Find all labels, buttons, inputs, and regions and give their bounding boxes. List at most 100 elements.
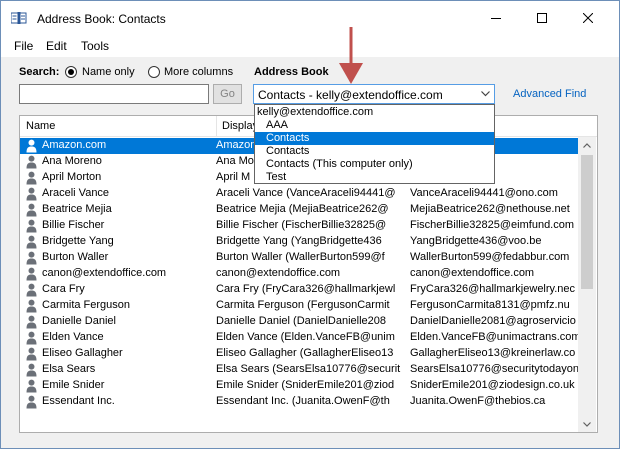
contact-row[interactable]: Eliseo Gallagher Eliseo Gallagher (Gallag… bbox=[20, 346, 578, 362]
search-input[interactable] bbox=[19, 84, 209, 104]
maximize-icon bbox=[537, 13, 547, 23]
dropdown-item[interactable]: AAA bbox=[255, 119, 494, 132]
contact-name: Cara Fry bbox=[42, 283, 85, 295]
dropdown-item[interactable]: Test bbox=[255, 171, 494, 184]
scroll-down-icon[interactable] bbox=[578, 416, 596, 432]
dropdown-item[interactable]: Contacts bbox=[255, 145, 494, 158]
contact-person-icon bbox=[26, 251, 37, 265]
contact-display-name: Bridgette Yang (YangBridgette436 bbox=[216, 235, 382, 247]
address-book-window: Address Book: Contacts File Edit Tools S… bbox=[0, 0, 620, 449]
contact-person-icon bbox=[26, 299, 37, 313]
contact-person-icon bbox=[26, 267, 37, 281]
contact-person-icon bbox=[26, 203, 37, 217]
contact-name: Billie Fischer bbox=[42, 219, 105, 231]
address-book-label: Address Book bbox=[254, 66, 329, 78]
address-book-selected-value: Contacts - kelly@extendoffice.com bbox=[258, 88, 443, 102]
contact-display-name: Billie Fischer (FischerBillie32825@ bbox=[216, 219, 387, 231]
contact-name: April Morton bbox=[42, 171, 102, 183]
menu-edit[interactable]: Edit bbox=[46, 39, 67, 53]
contact-email: Elden.VanceFB@unimactrans.com bbox=[410, 331, 578, 343]
contact-email: FergusonCarmita8131@pmfz.nu bbox=[410, 299, 570, 311]
annotation-arrow bbox=[339, 27, 363, 84]
contact-name: Araceli Vance bbox=[42, 187, 110, 199]
contact-email: WallerBurton599@fedabbur.com bbox=[410, 251, 570, 263]
scrollbar-thumb[interactable] bbox=[581, 155, 593, 289]
contact-display-name: Essendant Inc. (Juanita.OwenF@th bbox=[216, 395, 390, 407]
contact-row[interactable]: Araceli Vance Araceli Vance (VanceAraceli… bbox=[20, 186, 578, 202]
contact-email: FischerBillie32825@eimfund.com bbox=[410, 219, 575, 231]
window-title: Address Book: Contacts bbox=[37, 12, 166, 26]
chevron-down-icon[interactable] bbox=[476, 85, 494, 103]
address-book-select[interactable]: Contacts - kelly@extendoffice.com bbox=[253, 84, 495, 104]
menu-bar: File Edit Tools bbox=[1, 35, 619, 57]
column-header-name[interactable]: Name bbox=[26, 120, 216, 132]
menu-file[interactable]: File bbox=[14, 39, 33, 53]
contact-email: GallagherEliseo13@kreinerlaw.co bbox=[410, 347, 576, 359]
contact-person-icon bbox=[26, 331, 37, 345]
contact-name: Burton Waller bbox=[42, 251, 109, 263]
contact-email: SniderEmile201@ziodesign.co.uk bbox=[410, 379, 575, 391]
contact-display-name: canon@extendoffice.com bbox=[216, 267, 341, 279]
advanced-find-link[interactable]: Advanced Find bbox=[513, 88, 586, 100]
contact-person-icon bbox=[26, 139, 37, 153]
contact-display-name: Burton Waller (WallerBurton599@f bbox=[216, 251, 385, 263]
contact-name: Carmita Ferguson bbox=[42, 299, 131, 311]
contact-name: Elden Vance bbox=[42, 331, 104, 343]
contact-person-icon bbox=[26, 187, 37, 201]
contact-row[interactable]: Beatrice Mejia Beatrice Mejia (MejiaBeatr… bbox=[20, 202, 578, 218]
dropdown-item[interactable]: Contacts bbox=[255, 132, 494, 145]
dropdown-item[interactable]: Contacts (This computer only) bbox=[255, 158, 494, 171]
contact-row[interactable]: Danielle Daniel Danielle Daniel (DanielDa… bbox=[20, 314, 578, 330]
contact-row[interactable]: Carmita Ferguson Carmita Ferguson (Fergus… bbox=[20, 298, 578, 314]
close-button[interactable] bbox=[565, 1, 611, 35]
contact-email: FryCara326@hallmarkjewelry.nec bbox=[410, 283, 576, 295]
contact-display-name: Elsa Sears (SearsElsa10776@securit bbox=[216, 363, 401, 375]
minimize-button[interactable] bbox=[473, 1, 519, 35]
close-icon bbox=[583, 13, 593, 23]
contact-row[interactable]: canon@extendoffice.com canon@extendoffice… bbox=[20, 266, 578, 282]
contact-name: Bridgette Yang bbox=[42, 235, 114, 247]
contact-display-name: Beatrice Mejia (MejiaBeatrice262@ bbox=[216, 203, 389, 215]
contact-person-icon bbox=[26, 155, 37, 169]
name-only-label[interactable]: Name only bbox=[82, 66, 135, 78]
minimize-icon bbox=[491, 18, 501, 19]
contact-row[interactable]: Cara Fry Cara Fry (FryCara326@hallmarkjew… bbox=[20, 282, 578, 298]
address-book-icon bbox=[11, 12, 27, 24]
contact-person-icon bbox=[26, 395, 37, 409]
maximize-button[interactable] bbox=[519, 1, 565, 35]
address-book-dropdown-list: kelly@extendoffice.com AAA Contacts Contact… bbox=[254, 104, 495, 184]
more-columns-radio[interactable] bbox=[148, 66, 160, 78]
contact-person-icon bbox=[26, 315, 37, 329]
contact-display-name: Danielle Daniel (DanielDanielle208 bbox=[216, 315, 386, 327]
contact-display-name: Cara Fry (FryCara326@hallmarkjewl bbox=[216, 283, 396, 295]
contact-display-name: Araceli Vance (VanceAraceli94441@ bbox=[216, 187, 396, 199]
scroll-up-icon[interactable] bbox=[578, 137, 596, 153]
contact-email: MejiaBeatrice262@nethouse.net bbox=[410, 203, 570, 215]
contact-name: Emile Snider bbox=[42, 379, 105, 391]
contact-row[interactable]: Elden Vance Elden Vance (Elden.VanceFB@un… bbox=[20, 330, 578, 346]
contact-person-icon bbox=[26, 347, 37, 361]
contact-display-name: Eliseo Gallagher (GallagherEliseo13 bbox=[216, 347, 394, 359]
name-only-radio[interactable] bbox=[65, 66, 77, 78]
contact-row[interactable]: Billie Fischer Billie Fischer (FischerBil… bbox=[20, 218, 578, 234]
contact-person-icon bbox=[26, 379, 37, 393]
contact-name: Beatrice Mejia bbox=[42, 203, 112, 215]
contact-row[interactable]: Elsa Sears Elsa Sears (SearsElsa10776@sec… bbox=[20, 362, 578, 378]
more-columns-label[interactable]: More columns bbox=[164, 66, 233, 78]
contact-row[interactable]: Essendant Inc. Essendant Inc. (Juanita.Ow… bbox=[20, 394, 578, 410]
vertical-scrollbar[interactable] bbox=[578, 137, 596, 432]
contact-person-icon bbox=[26, 283, 37, 297]
contact-email: canon@extendoffice.com bbox=[410, 267, 535, 279]
dropdown-item[interactable]: kelly@extendoffice.com bbox=[255, 106, 494, 119]
contact-row[interactable]: Emile Snider Emile Snider (SniderEmile201… bbox=[20, 378, 578, 394]
contact-email: VanceAraceli94441@ono.com bbox=[410, 187, 558, 199]
menu-tools[interactable]: Tools bbox=[81, 39, 109, 53]
column-header-display-name[interactable]: Display Name bbox=[222, 120, 254, 132]
contact-person-icon bbox=[26, 171, 37, 185]
go-button[interactable]: Go bbox=[213, 84, 242, 104]
contact-row[interactable]: Burton Waller Burton Waller (WallerBurton… bbox=[20, 250, 578, 266]
contact-name: canon@extendoffice.com bbox=[42, 267, 167, 279]
column-divider[interactable] bbox=[216, 116, 217, 136]
search-label: Search: bbox=[19, 66, 60, 78]
contact-row[interactable]: Bridgette Yang Bridgette Yang (YangBridge… bbox=[20, 234, 578, 250]
